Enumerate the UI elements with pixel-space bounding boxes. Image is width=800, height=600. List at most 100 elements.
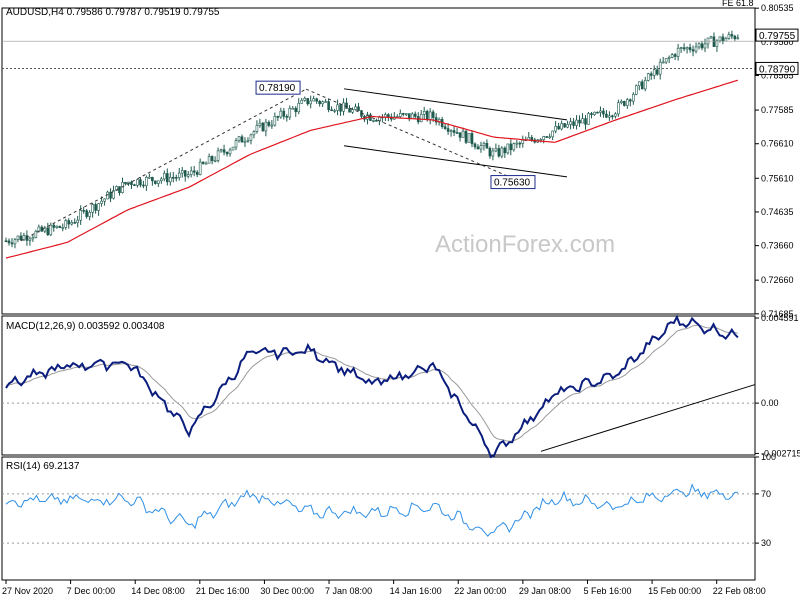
candle-body xyxy=(539,139,543,141)
candle-body xyxy=(369,114,372,121)
candle-body xyxy=(52,224,56,228)
candle-body xyxy=(273,116,277,126)
candle-body xyxy=(629,99,632,102)
candle xyxy=(518,141,522,148)
candle xyxy=(186,171,190,179)
level-price-label: 0.78790 xyxy=(759,64,796,75)
candle-body xyxy=(599,110,602,113)
candle-body xyxy=(703,43,707,49)
candle-body xyxy=(255,125,259,132)
candle-body xyxy=(733,35,737,40)
candle-body xyxy=(312,98,315,102)
candle-body xyxy=(575,119,578,126)
candle-body xyxy=(509,143,513,151)
candle xyxy=(342,98,345,116)
candle xyxy=(192,165,196,177)
candle xyxy=(34,229,38,239)
candle xyxy=(399,109,402,118)
candle xyxy=(207,153,211,164)
candle-body xyxy=(404,113,408,115)
candle-body xyxy=(279,110,283,118)
candle xyxy=(673,52,677,61)
candle xyxy=(629,98,632,107)
rsi-axis: 100 70 30 xyxy=(2,452,776,548)
candle xyxy=(706,37,710,49)
candle xyxy=(357,102,360,111)
candle xyxy=(581,113,584,124)
candle xyxy=(58,225,62,228)
candle-body xyxy=(476,146,480,150)
candle xyxy=(252,130,256,139)
candle xyxy=(64,218,68,230)
candle xyxy=(300,97,304,104)
candle xyxy=(133,183,136,186)
candle-body xyxy=(267,121,271,126)
time-tick-label: 29 Jan 08:00 xyxy=(519,586,571,596)
candle xyxy=(623,100,626,107)
candle-body xyxy=(186,174,190,177)
candle xyxy=(617,99,620,117)
candle-body xyxy=(372,120,375,122)
candle xyxy=(416,112,420,125)
candle-body xyxy=(375,120,378,122)
macd-line xyxy=(5,314,739,459)
candle-body xyxy=(55,225,59,228)
price-tick-label: 0.76610 xyxy=(761,139,794,149)
candle xyxy=(527,131,531,141)
candle-body xyxy=(58,225,62,228)
candle-body xyxy=(324,101,327,103)
candle xyxy=(154,180,157,185)
candle-body xyxy=(688,47,692,51)
candle-body xyxy=(133,184,136,186)
candle-body xyxy=(560,123,563,130)
candle-body xyxy=(49,224,53,236)
candle-body xyxy=(7,240,11,244)
candle xyxy=(584,115,587,130)
candle-body xyxy=(446,128,450,132)
candle xyxy=(151,176,154,186)
candle-body xyxy=(626,99,629,106)
candle xyxy=(569,117,572,130)
candle-body xyxy=(640,81,644,90)
moving-average-line xyxy=(5,79,739,259)
candle-body xyxy=(249,134,253,141)
candle-body xyxy=(384,114,387,118)
candle xyxy=(73,218,77,224)
candle-body xyxy=(79,210,82,221)
candle-body xyxy=(461,130,465,138)
candle-body xyxy=(285,116,289,118)
candle xyxy=(473,142,477,150)
candle xyxy=(174,174,178,182)
candle xyxy=(563,123,566,128)
candle-body xyxy=(545,136,548,138)
candle xyxy=(70,220,74,226)
candle xyxy=(587,112,590,125)
price-tick-label: 0.75610 xyxy=(761,173,794,183)
candle-body xyxy=(697,43,701,48)
candle xyxy=(614,112,617,119)
candle xyxy=(608,111,611,121)
candle xyxy=(297,98,301,115)
candle xyxy=(219,148,223,153)
candle-body xyxy=(28,238,32,241)
candle-body xyxy=(154,180,157,184)
candle-body xyxy=(204,162,208,165)
rsi-tick-label: 70 xyxy=(761,489,771,499)
candles xyxy=(4,30,740,249)
candle-body xyxy=(16,235,20,240)
candle-body xyxy=(387,114,390,118)
candle xyxy=(321,100,324,107)
candle-body xyxy=(482,142,486,146)
candle-body xyxy=(399,113,402,117)
candle xyxy=(449,129,453,137)
candle xyxy=(497,144,501,158)
candle xyxy=(312,95,315,102)
candle xyxy=(626,98,629,109)
candle-body xyxy=(342,102,345,112)
candle-body xyxy=(661,61,665,64)
candle-body xyxy=(180,170,184,174)
candle-body xyxy=(160,178,163,182)
price-axis: 0.805350.785850.775850.766100.756100.746… xyxy=(755,3,794,319)
candle xyxy=(267,120,271,128)
candle xyxy=(560,120,563,131)
